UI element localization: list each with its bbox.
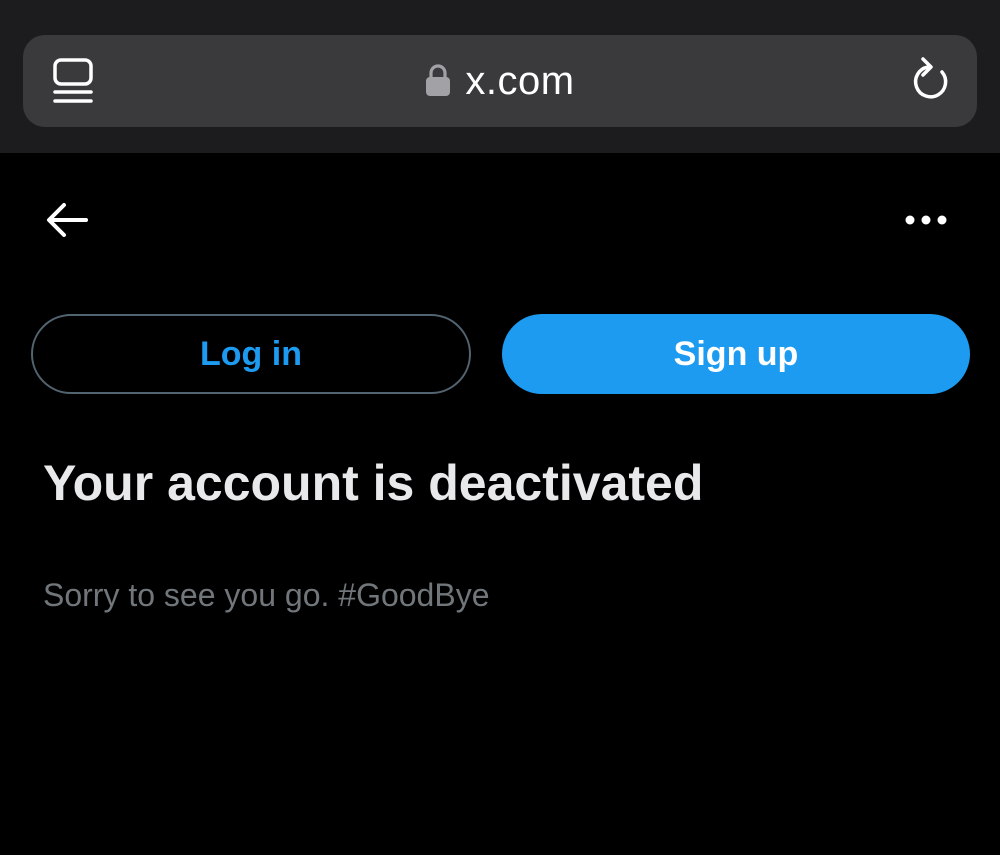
login-button[interactable]: Log in [31,314,471,394]
address-bar[interactable]: x.com [23,35,977,127]
signup-button[interactable]: Sign up [502,314,970,394]
page-content: Log in Sign up Your account is deactivat… [0,153,1000,855]
page-title: Your account is deactivated [43,455,704,511]
url-text[interactable]: x.com [465,59,574,104]
signup-button-label: Sign up [673,334,799,373]
browser-toolbar: x.com [0,0,1000,153]
login-button-label: Log in [200,334,302,373]
deactivation-message: Sorry to see you go. #GoodBye [43,577,490,613]
tabs-icon[interactable] [50,57,96,107]
lock-icon [426,64,451,96]
reload-icon[interactable] [908,55,954,105]
back-arrow-icon[interactable] [44,199,90,241]
more-options-icon[interactable] [902,207,950,233]
